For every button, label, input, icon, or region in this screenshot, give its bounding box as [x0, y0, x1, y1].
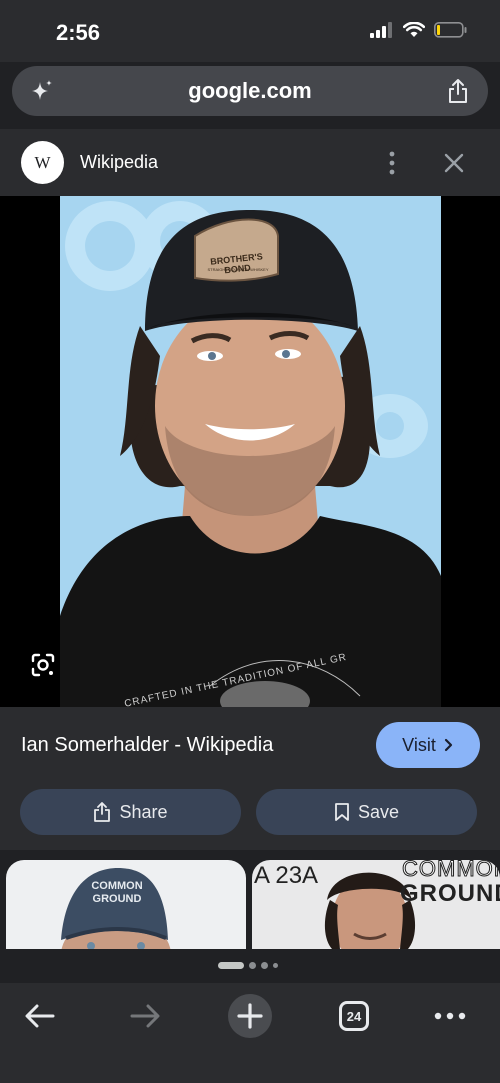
forward-button[interactable] — [120, 991, 170, 1041]
related-images: COMMON GROUND A 23A COMMON GROUND — [0, 850, 500, 949]
share-icon — [94, 802, 111, 822]
arrow-back-icon — [25, 1004, 55, 1028]
image-viewer: BROTHER'S BOND STRAIGHT BOURBON WHISKEY … — [0, 196, 500, 707]
status-icons — [370, 22, 468, 38]
visit-label: Visit — [402, 734, 436, 755]
chevron-right-icon — [444, 738, 452, 752]
background-text-2: COMMON — [402, 860, 500, 882]
url-text[interactable]: google.com — [12, 78, 488, 104]
bottom-toolbar: 24 — [0, 983, 500, 1083]
cellular-signal-icon — [370, 22, 392, 38]
image-pager — [0, 949, 500, 983]
pager-dot-active[interactable] — [218, 962, 244, 969]
cap-patch-subtext: STRAIGHT BOURBON WHISKEY — [207, 267, 269, 272]
google-lens-icon[interactable] — [30, 652, 56, 678]
cap-text-line2: GROUND — [92, 893, 142, 905]
pager-dots — [218, 962, 278, 969]
result-title[interactable]: Ian Somerhalder - Wikipedia — [21, 734, 273, 757]
related-image-1[interactable]: COMMON GROUND — [6, 860, 246, 949]
more-horizontal-icon — [434, 1012, 466, 1020]
new-tab-button[interactable] — [225, 991, 275, 1041]
save-label: Save — [357, 801, 400, 822]
related-image-2[interactable]: A 23A COMMON GROUND — [252, 860, 500, 949]
pager-dot[interactable] — [273, 963, 278, 968]
share-label: Share — [119, 801, 168, 822]
more-options-icon[interactable] — [380, 150, 404, 176]
source-name[interactable]: Wikipedia — [80, 152, 158, 173]
tab-switcher-button[interactable]: 24 — [329, 991, 379, 1041]
wikipedia-logo-icon: W — [21, 141, 64, 184]
status-bar: 2:56 — [0, 0, 500, 62]
address-bar[interactable]: google.com — [12, 66, 488, 116]
save-button[interactable]: Save — [256, 789, 477, 835]
portrait-illustration — [60, 196, 441, 707]
visit-button[interactable]: Visit — [376, 722, 480, 768]
cap-text-line1: COMMON — [91, 880, 143, 892]
share-icon[interactable] — [446, 78, 470, 104]
result-panel: Ian Somerhalder - Wikipedia Visit Share … — [0, 707, 500, 850]
battery-icon — [434, 22, 467, 38]
tab-count-icon: 24 — [339, 1001, 369, 1031]
back-button[interactable] — [15, 991, 65, 1041]
pager-dot[interactable] — [261, 962, 268, 969]
pager-dot[interactable] — [249, 962, 256, 969]
source-header: W Wikipedia — [0, 129, 500, 196]
status-time: 2:56 — [56, 20, 101, 45]
background-text-3: GROUND — [400, 880, 500, 907]
menu-button[interactable] — [425, 991, 475, 1041]
arrow-forward-icon — [130, 1004, 160, 1028]
plus-icon — [228, 994, 272, 1038]
background-text-1: A 23A — [254, 862, 319, 889]
main-photo[interactable]: BROTHER'S BOND STRAIGHT BOURBON WHISKEY … — [60, 196, 441, 707]
close-icon[interactable] — [442, 151, 466, 175]
share-button[interactable]: Share — [20, 789, 241, 835]
bookmark-icon — [335, 803, 349, 821]
wifi-icon — [403, 22, 425, 37]
